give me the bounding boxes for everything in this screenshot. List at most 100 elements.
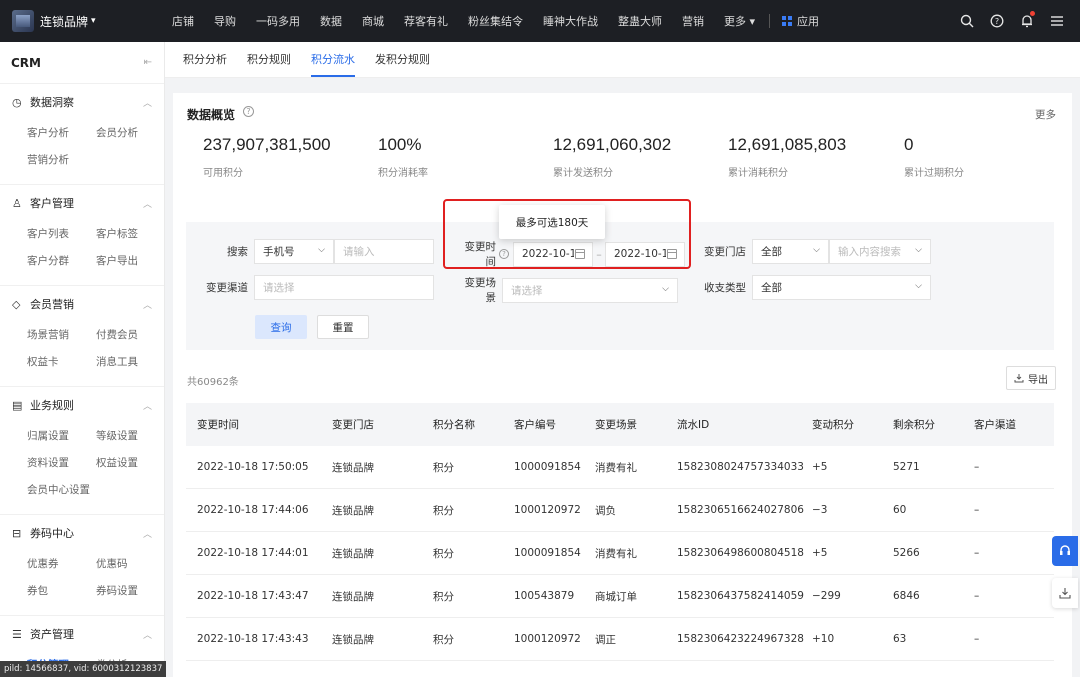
sidebar-item-coupon-pack[interactable]: 券包: [27, 578, 96, 605]
filter-channel-row: 变更渠道 请选择: [186, 275, 434, 300]
collapse-sidebar-icon[interactable]: ⇤: [144, 57, 152, 68]
brand-name[interactable]: 连锁品牌: [40, 13, 88, 30]
help-icon[interactable]: ?: [982, 0, 1012, 42]
sidebar-item-customer-segments[interactable]: 客户分群: [27, 248, 96, 275]
sidebar-group-header[interactable]: ⊟ 券码中心 ︿: [0, 515, 164, 551]
sidebar-item-customer-analysis[interactable]: 客户分析: [27, 120, 96, 147]
sidebar-item-customer-tags[interactable]: 客户标签: [96, 221, 165, 248]
sidebar-item-benefit-settings[interactable]: 权益设置: [96, 450, 165, 477]
top-right-icons: ?: [952, 0, 1072, 42]
sidebar-group-header[interactable]: ▤ 业务规则 ︿: [0, 387, 164, 423]
tab-points-analysis[interactable]: 积分分析: [173, 51, 237, 77]
top-nav: 店铺 导购 一码多用 数据 商城 荐客有礼 粉丝集结令 睡神大作战 整蛊大师 营…: [162, 0, 827, 42]
nav-item-fans[interactable]: 粉丝集结令: [458, 13, 533, 29]
search-input[interactable]: 请输入: [334, 239, 434, 264]
type-select[interactable]: 全部 ⌵: [752, 275, 931, 300]
sidebar-item-scene-marketing[interactable]: 场景营销: [27, 322, 96, 349]
nav-item-more[interactable]: 更多 ▾: [714, 13, 765, 29]
help-icon[interactable]: ?: [243, 106, 254, 117]
stat-value: 12,691,085,803: [728, 135, 847, 154]
table-row[interactable]: 2022-10-18 17:44:01 连锁品牌 积分 1000091854 消费有礼 1…: [186, 532, 1054, 575]
sidebar-group-header[interactable]: ◷ 数据洞察 ︿: [0, 84, 164, 120]
sidebar-item-customer-list[interactable]: 客户列表: [27, 221, 96, 248]
stat-label: 累计消耗积分: [728, 168, 788, 179]
table-row[interactable]: 2022-10-18 17:50:05 连锁品牌 积分 1000091854 消费有礼 1…: [186, 446, 1054, 489]
chevron-up-icon: ︿: [142, 401, 152, 412]
table-row[interactable]: 2022-10-18 17:44:06 连锁品牌 积分 1000120972 调负 158…: [186, 489, 1054, 532]
sidebar-item-coupon-settings[interactable]: 券码设置: [96, 578, 165, 605]
table-cell: –: [974, 633, 980, 645]
export-button[interactable]: 导出: [1006, 366, 1056, 390]
nav-item-data[interactable]: 数据: [310, 13, 352, 29]
chevron-down-icon[interactable]: ▾: [91, 16, 96, 26]
table-cell: 积分: [433, 504, 454, 517]
sidebar-item-benefit-card[interactable]: 权益卡: [27, 349, 96, 376]
sidebar-group-coupon-center: ⊟ 券码中心 ︿ 优惠券 优惠码 券包 券码设置: [0, 515, 164, 616]
store-scope-select[interactable]: 全部 ⌵: [752, 239, 829, 264]
nav-item-marketing[interactable]: 营销: [672, 13, 714, 29]
store-search-select[interactable]: 输入内容搜索 ⌵: [829, 239, 931, 264]
customer-service-button[interactable]: [1052, 536, 1078, 566]
chevron-up-icon: ︿: [142, 199, 152, 210]
sidebar-item-customer-export[interactable]: 客户导出: [96, 248, 165, 275]
brand-logo[interactable]: [12, 10, 34, 32]
sidebar-item-attribution[interactable]: 归属设置: [27, 423, 96, 450]
channel-select[interactable]: 请选择: [254, 275, 434, 300]
notification-dot: [1030, 11, 1035, 16]
sidebar-item-member-center[interactable]: 会员中心设置: [27, 477, 96, 504]
sidebar-item-marketing-analysis[interactable]: 营销分析: [27, 147, 96, 174]
overview-more-link[interactable]: 更多: [1035, 107, 1056, 122]
sidebar-item-level-settings[interactable]: 等级设置: [96, 423, 165, 450]
apps-menu[interactable]: 应用: [774, 13, 827, 29]
table-row[interactable]: 2022-10-18 17:43:47 连锁品牌 积分 100543879 商城订单 15…: [186, 575, 1054, 618]
sidebar-item-message-tool[interactable]: 消息工具: [96, 349, 165, 376]
tab-issue-points-rules[interactable]: 发积分规则: [365, 51, 440, 77]
table-cell: 2022-10-18 17:43:43: [197, 633, 309, 645]
sidebar-group-header[interactable]: ◇ 会员营销 ︿: [0, 286, 164, 322]
tab-points-flow[interactable]: 积分流水: [301, 51, 365, 77]
search-icon[interactable]: [952, 0, 982, 42]
nav-item-multicode[interactable]: 一码多用: [246, 13, 310, 29]
sidebar-item-coupon[interactable]: 优惠券: [27, 551, 96, 578]
table-cell: 1000120972: [514, 504, 581, 516]
search-type-select[interactable]: 手机号 ⌵: [254, 239, 334, 264]
query-button[interactable]: 查询: [255, 315, 307, 339]
sidebar-item-profile-settings[interactable]: 资料设置: [27, 450, 96, 477]
nav-item-store[interactable]: 店铺: [162, 13, 204, 29]
sidebar-group-header[interactable]: ♙ 客户管理 ︿: [0, 185, 164, 221]
table-cell: +10: [812, 633, 835, 645]
notification-bell-icon[interactable]: [1012, 0, 1042, 42]
filter-type-row: 收支类型 全部 ⌵: [696, 275, 931, 300]
table-row[interactable]: 2022-10-18 17:43:43 连锁品牌 积分 1000120972 调正 158…: [186, 618, 1054, 661]
sidebar-item-member-analysis[interactable]: 会员分析: [96, 120, 165, 147]
table-cell: 2022-10-18 17:44:01: [197, 547, 309, 559]
reset-button[interactable]: 重置: [317, 315, 369, 339]
column-header: 客户渠道: [974, 419, 1016, 431]
diamond-icon: ◇: [12, 297, 21, 311]
menu-icon[interactable]: [1042, 0, 1072, 42]
nav-item-guide[interactable]: 导购: [204, 13, 246, 29]
column-header: 变更时间: [197, 419, 239, 431]
table-cell: 调正: [595, 633, 616, 646]
tab-points-rules[interactable]: 积分规则: [237, 51, 301, 77]
nav-item-mall[interactable]: 商城: [352, 13, 394, 29]
nav-item-referral[interactable]: 荐客有礼: [394, 13, 458, 29]
table-cell: 积分: [433, 547, 454, 560]
debug-id-bar: pild: 14566837, vid: 6000312123837: [0, 661, 167, 677]
table-cell: –: [974, 461, 980, 473]
table-cell: 2022-10-18 17:43:47: [197, 590, 309, 602]
scene-select[interactable]: 请选择 ⌵: [502, 277, 678, 303]
download-button[interactable]: [1052, 578, 1078, 608]
sidebar-item-paid-member[interactable]: 付费会员: [96, 322, 165, 349]
table-cell: 消费有礼: [595, 461, 637, 474]
chevron-up-icon: ︿: [142, 529, 152, 540]
table-cell: 63: [893, 633, 907, 645]
column-header: 变更门店: [332, 419, 374, 431]
download-icon: [1059, 588, 1071, 599]
channel-label: 变更渠道: [206, 282, 248, 294]
nav-item-sleep[interactable]: 睡神大作战: [533, 13, 608, 29]
table-cell: +5: [812, 547, 828, 559]
sidebar-group-header[interactable]: ☰ 资产管理 ︿: [0, 616, 164, 652]
sidebar-item-promo-code[interactable]: 优惠码: [96, 551, 165, 578]
nav-item-prank[interactable]: 整蛊大师: [608, 13, 672, 29]
